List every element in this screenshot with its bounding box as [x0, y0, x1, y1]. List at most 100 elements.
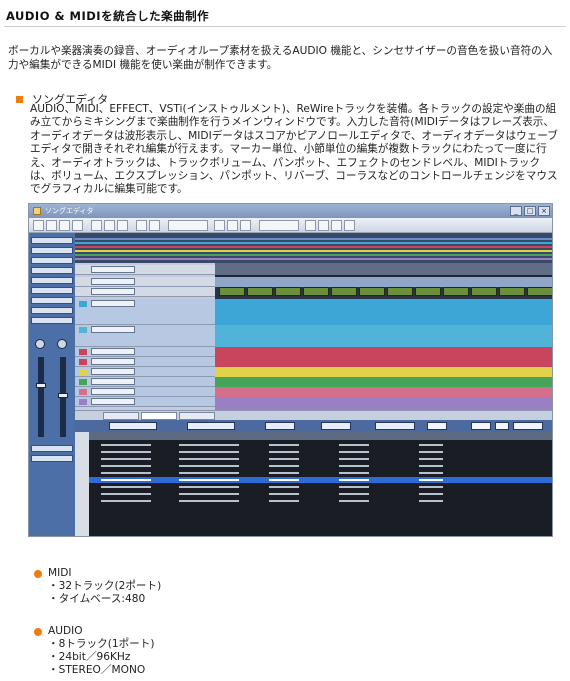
audio-spec-item: ・STEREO／MONO: [48, 664, 146, 676]
toolbar-snap-select: [168, 220, 208, 231]
browser-row: [89, 456, 552, 462]
track-name-field: [91, 368, 135, 375]
toolbar-redo-icon: [149, 220, 160, 231]
audio-spec: AUDIO ・8トラック(1ポート) ・24bit／96KHz ・STEREO／…: [34, 625, 155, 677]
screenshot-timeline: [215, 263, 552, 410]
track-name-field: [91, 278, 135, 285]
square-bullet-icon: [16, 95, 23, 103]
toolbar-marker-icon: [240, 220, 251, 231]
browser-row: [89, 470, 552, 476]
chord-block: [303, 287, 329, 296]
page-title: AUDIO & MIDIを統合した楽曲制作: [6, 9, 210, 23]
track-name-field: [91, 358, 135, 365]
midi-spec-title-text: MIDI: [48, 567, 72, 579]
screenshot-phrase-browser: [89, 432, 552, 536]
toolbar-loop-icon: [227, 220, 238, 231]
track-name-field: [91, 398, 135, 405]
track-color-swatch: [79, 399, 87, 405]
inspector-field: [31, 277, 73, 284]
overview-track-line: [75, 246, 552, 248]
inspector-field: [31, 237, 73, 244]
circle-bullet-icon: [34, 627, 42, 636]
toolbar-note-icon: [305, 220, 316, 231]
pan-knob-icon: [35, 339, 45, 349]
track-row: [75, 357, 215, 367]
browser-row-selected: [89, 477, 552, 483]
pan-knob-icon: [57, 339, 67, 349]
screenshot-overview-strip: [75, 233, 552, 263]
chord-block: [247, 287, 273, 296]
track-row: [75, 277, 215, 287]
inspector-field: [31, 257, 73, 264]
chord-block: [499, 287, 525, 296]
track-row: [75, 377, 215, 387]
chord-lane: [215, 287, 552, 299]
browser-header: [89, 432, 552, 440]
intro-text: ボーカルや楽器演奏の録音、オーディオループ素材を扱えるAUDIO 機能と、シンセ…: [8, 45, 553, 71]
song-editor-screenshot: ソングエディタ _ □ ×: [28, 203, 553, 537]
toolbar-wave-icon: [344, 220, 355, 231]
track-name-field: [91, 378, 135, 385]
chord-block: [471, 287, 497, 296]
track-row: [75, 287, 215, 297]
screenshot-inspector-panel: [29, 233, 75, 536]
marker-lane: [215, 277, 552, 287]
audio-waveform-lane: [215, 325, 552, 347]
overview-track-line: [75, 258, 552, 260]
volume-fader-knob: [58, 393, 68, 398]
track-row: [75, 397, 215, 407]
track-row: [75, 265, 215, 275]
close-icon: ×: [538, 206, 550, 216]
track-color-swatch: [79, 349, 87, 355]
instrument-filter-select: [187, 422, 235, 430]
inspector-field: [31, 307, 73, 314]
track-color-swatch: [79, 359, 87, 365]
minimize-icon: _: [510, 206, 522, 216]
screenshot-bottom-tabs: [75, 410, 552, 420]
track-color-swatch: [79, 369, 87, 375]
toolbar-eraser-icon: [59, 220, 70, 231]
structure-filter-select: [375, 422, 415, 430]
midi-phrase-lane: [215, 377, 552, 387]
chord-block: [219, 287, 245, 296]
browser-row: [89, 484, 552, 490]
screenshot-window-title: ソングエディタ: [45, 207, 94, 215]
inspector-field: [31, 287, 73, 294]
browser-row: [89, 442, 552, 448]
toolbar-quantize-select: [259, 220, 299, 231]
chord-block: [443, 287, 469, 296]
inspector-field: [31, 267, 73, 274]
track-name-field: [91, 300, 135, 307]
inspector-field: [31, 317, 73, 324]
audio-spec-item: ・24bit／96KHz: [48, 651, 131, 663]
toolbar-copy-icon: [104, 220, 115, 231]
audio-spec-title-text: AUDIO: [48, 625, 83, 637]
midi-phrase-lane: [215, 397, 552, 410]
song-register-button: [513, 422, 543, 430]
type-filter-select: [321, 422, 351, 430]
track-name-field: [91, 288, 135, 295]
genre-filter-select: [109, 422, 157, 430]
toolbar-paste-icon: [117, 220, 128, 231]
track-name-field: [91, 348, 135, 355]
audio-spec-title: AUDIO: [34, 625, 155, 638]
inspector-field: [31, 297, 73, 304]
browser-row: [89, 491, 552, 497]
advanced-search-button: [471, 422, 491, 430]
chord-block: [275, 287, 301, 296]
toolbar-grid-icon: [214, 220, 225, 231]
track-color-swatch: [79, 389, 87, 395]
chord-block: [359, 287, 385, 296]
maximize-icon: □: [524, 206, 536, 216]
midi-phrase-lane: [215, 347, 552, 367]
meter-filter-select: [265, 422, 295, 430]
overview-track-line: [75, 250, 552, 252]
midi-spec-item: ・タイムベース:480: [48, 593, 146, 605]
toolbar-score-icon: [331, 220, 342, 231]
chord-block: [387, 287, 413, 296]
screenshot-titlebar: ソングエディタ _ □ ×: [29, 204, 552, 218]
tab-phrase: [141, 412, 177, 420]
chord-block: [415, 287, 441, 296]
track-row: [75, 367, 215, 377]
inspector-field: [31, 455, 73, 462]
